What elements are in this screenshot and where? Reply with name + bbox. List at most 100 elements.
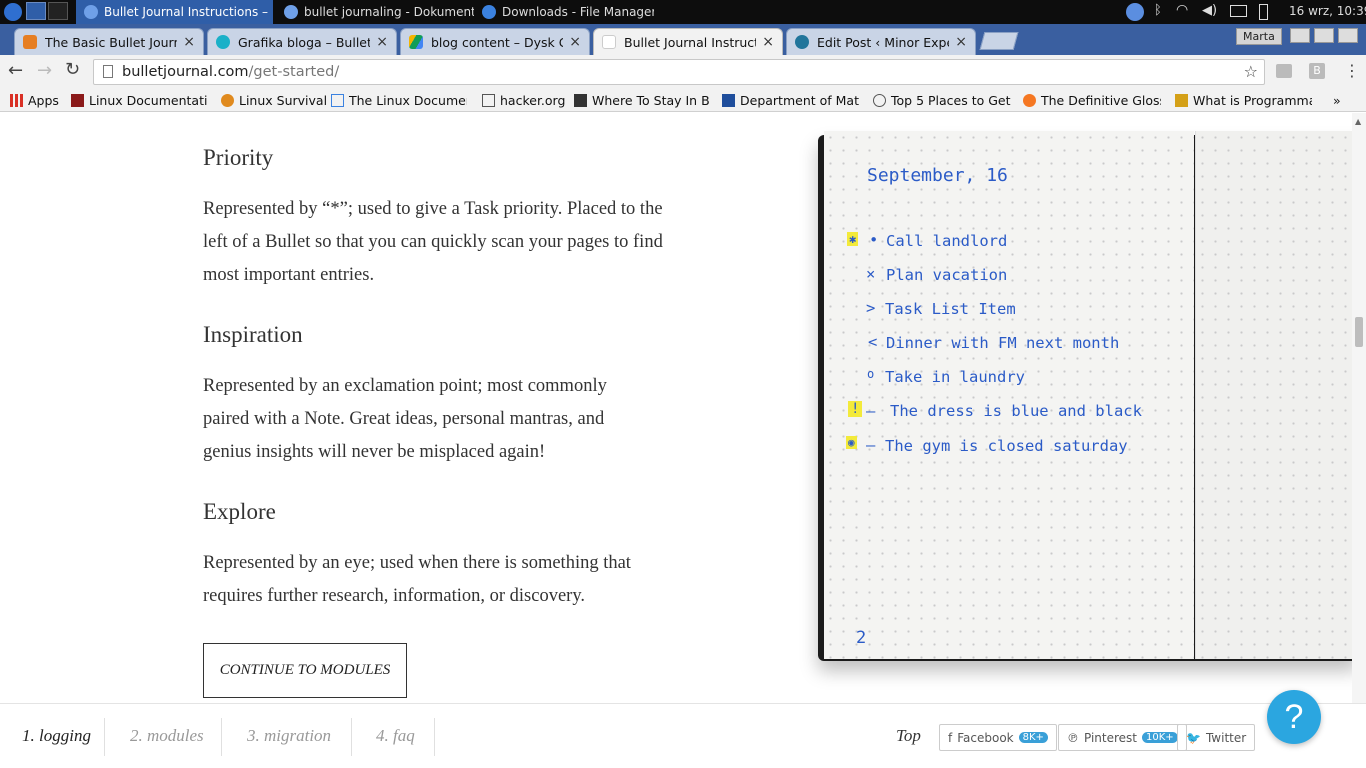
facebook-icon: f xyxy=(948,730,953,745)
section-heading-explore: Explore xyxy=(203,499,276,524)
section-body-inspiration: Represented by an exclamation point; mos… xyxy=(203,376,607,462)
bookmarks-overflow-button[interactable]: » xyxy=(1333,91,1341,109)
bookmark-label: hacker.org xyxy=(500,92,566,108)
scrollbar-up-arrow[interactable]: ▲ xyxy=(1355,117,1361,126)
volume-icon[interactable]: ◀) xyxy=(1202,3,1217,18)
tab-title: blog content – Dysk Goo xyxy=(431,34,563,50)
start-menu-icon[interactable] xyxy=(4,3,22,21)
tab-title: Bullet Journal Instructio xyxy=(624,34,757,50)
menu-icon[interactable]: ⋮ xyxy=(1344,61,1360,80)
pinterest-icon: ℗ xyxy=(1067,730,1079,745)
bulletjournal-favicon xyxy=(602,35,616,49)
bookmark-star-icon[interactable]: ☆ xyxy=(1244,62,1258,81)
bookmark-label: Department of Math xyxy=(740,92,859,108)
close-tab-icon[interactable]: × xyxy=(569,34,581,50)
browser-tab-strip: The Basic Bullet Journal × Grafika bloga… xyxy=(0,24,1366,55)
tab-bullet-journal-instructions[interactable]: Bullet Journal Instructio × xyxy=(593,28,783,55)
back-arrow-icon[interactable]: ← xyxy=(8,60,23,81)
maximize-window-button[interactable] xyxy=(1314,28,1334,43)
bookmark-label: Linux Documentation xyxy=(89,92,208,108)
section-body-explore: Represented by an eye; used when there i… xyxy=(203,553,631,606)
bookmark-where-to-stay[interactable]: Where To Stay In Bar xyxy=(574,91,710,109)
bookmark-linux-survival[interactable]: Linux Survival xyxy=(221,91,327,109)
taskbar-window-browser[interactable]: Bullet Journal Instructions – ... xyxy=(76,0,273,24)
share-label: Pinterest xyxy=(1084,730,1138,745)
tldp-icon xyxy=(71,93,84,107)
nav-modules[interactable]: 2. modules xyxy=(130,726,204,746)
chromium-tray-icon[interactable] xyxy=(1126,3,1144,21)
section-heading-inspiration: Inspiration xyxy=(203,322,303,347)
bluetooth-icon[interactable]: ᛒ xyxy=(1154,3,1162,18)
taskbar-window-label: Bullet Journal Instructions – ... xyxy=(104,5,273,19)
nav-logging[interactable]: 1. logging xyxy=(22,726,91,746)
section-body-priority: Represented by “*”; used to give a Task … xyxy=(203,199,663,285)
help-button[interactable]: ? xyxy=(1267,690,1321,744)
close-tab-icon[interactable]: × xyxy=(762,34,774,50)
canva-favicon xyxy=(216,35,230,49)
scrollbar-thumb[interactable] xyxy=(1355,317,1363,347)
bookmark-linux-documentation[interactable]: Linux Documentation xyxy=(71,91,208,109)
penguin-icon xyxy=(221,93,234,107)
chrome-icon xyxy=(284,5,298,19)
bookmark-what-is-programming[interactable]: What is Programmat xyxy=(1175,91,1312,109)
notebook-date: September, 16 xyxy=(867,165,1008,186)
address-bar[interactable]: bulletjournal.com/get-started/ ☆ xyxy=(93,59,1265,85)
address-path: /get-started/ xyxy=(248,64,340,80)
workspace-switcher[interactable] xyxy=(26,2,46,20)
clock[interactable]: 16 wrz, 10:39 xyxy=(1289,4,1366,18)
close-tab-icon[interactable]: × xyxy=(183,34,195,50)
forward-arrow-icon[interactable]: → xyxy=(37,60,52,81)
profile-badge[interactable]: Marta xyxy=(1236,28,1282,45)
tab-basic-bullet-journal[interactable]: The Basic Bullet Journal × xyxy=(14,28,204,55)
twitter-share-button[interactable]: 🐦 Twitter xyxy=(1177,724,1256,751)
back-to-top-link[interactable]: Top xyxy=(896,726,921,746)
bookmark-linux-document[interactable]: The Linux Document xyxy=(331,91,467,109)
taskbar-window-document[interactable]: bullet journaling - Dokument... xyxy=(276,0,474,24)
divider xyxy=(434,718,435,756)
close-tab-icon[interactable]: × xyxy=(376,34,388,50)
workspace-switcher-2[interactable] xyxy=(48,2,68,20)
wifi-icon[interactable]: ◠ xyxy=(1176,2,1188,18)
tab-title: Edit Post ‹ Minor Expert xyxy=(817,34,949,50)
bullet-event: o xyxy=(867,367,875,381)
bookmark-definitive-glossary[interactable]: The Definitive Gloss xyxy=(1023,91,1161,109)
continue-to-modules-button[interactable]: CONTINUE TO MODULES xyxy=(203,643,407,698)
bookmark-label: The Definitive Gloss xyxy=(1041,92,1161,108)
tab-grafika-bloga[interactable]: Grafika bloga – Bulletjo × xyxy=(207,28,397,55)
notebook-entry: Plan vacation xyxy=(886,266,1008,284)
mail-icon[interactable] xyxy=(1230,5,1247,17)
close-window-button[interactable] xyxy=(1338,28,1358,43)
notebook-page-number: 2 xyxy=(856,628,867,648)
priority-marker: ✱ xyxy=(847,232,859,246)
download-icon xyxy=(482,5,496,19)
new-tab-button[interactable] xyxy=(979,32,1019,50)
notebook-entry: Call landlord xyxy=(886,232,1008,250)
bullet-note: — xyxy=(866,436,876,454)
bookmark-top-5-places[interactable]: Top 5 Places to Get A xyxy=(873,91,1011,109)
reload-icon[interactable]: ↻ xyxy=(65,59,80,80)
battery-icon[interactable] xyxy=(1259,4,1268,20)
extension-b-icon[interactable]: B xyxy=(1309,63,1325,79)
explore-eye-icon: ◉ xyxy=(846,436,857,449)
nav-migration[interactable]: 3. migration xyxy=(247,726,331,746)
notebook-entry: Take in laundry xyxy=(885,368,1025,386)
bookmark-department-of-math[interactable]: Department of Math xyxy=(722,91,859,109)
nav-faq[interactable]: 4. faq xyxy=(376,726,415,746)
minimize-window-button[interactable] xyxy=(1290,28,1310,43)
tab-blog-content-drive[interactable]: blog content – Dysk Goo × xyxy=(400,28,590,55)
bookmark-label: Linux Survival xyxy=(239,92,328,108)
page-icon xyxy=(482,93,495,107)
taskbar-window-files[interactable]: Downloads - File Manager xyxy=(474,0,654,24)
pinterest-share-button[interactable]: ℗ Pinterest 10K+ xyxy=(1058,724,1187,751)
extension-icon[interactable] xyxy=(1276,64,1292,78)
bookmark-apps[interactable]: Apps xyxy=(10,91,59,109)
page-scrollbar[interactable]: ▲ xyxy=(1352,113,1366,703)
facebook-share-button[interactable]: f Facebook 8K+ xyxy=(939,724,1057,751)
close-tab-icon[interactable]: × xyxy=(955,34,967,50)
bookmark-hacker-org[interactable]: hacker.org xyxy=(482,91,565,109)
tab-edit-post[interactable]: Edit Post ‹ Minor Expert × xyxy=(786,28,976,55)
notebook-right-page xyxy=(1195,131,1352,659)
divider xyxy=(351,718,352,756)
twitter-icon: 🐦 xyxy=(1186,730,1201,745)
sticky-footer-nav: 1. logging 2. modules 3. migration 4. fa… xyxy=(0,703,1366,768)
